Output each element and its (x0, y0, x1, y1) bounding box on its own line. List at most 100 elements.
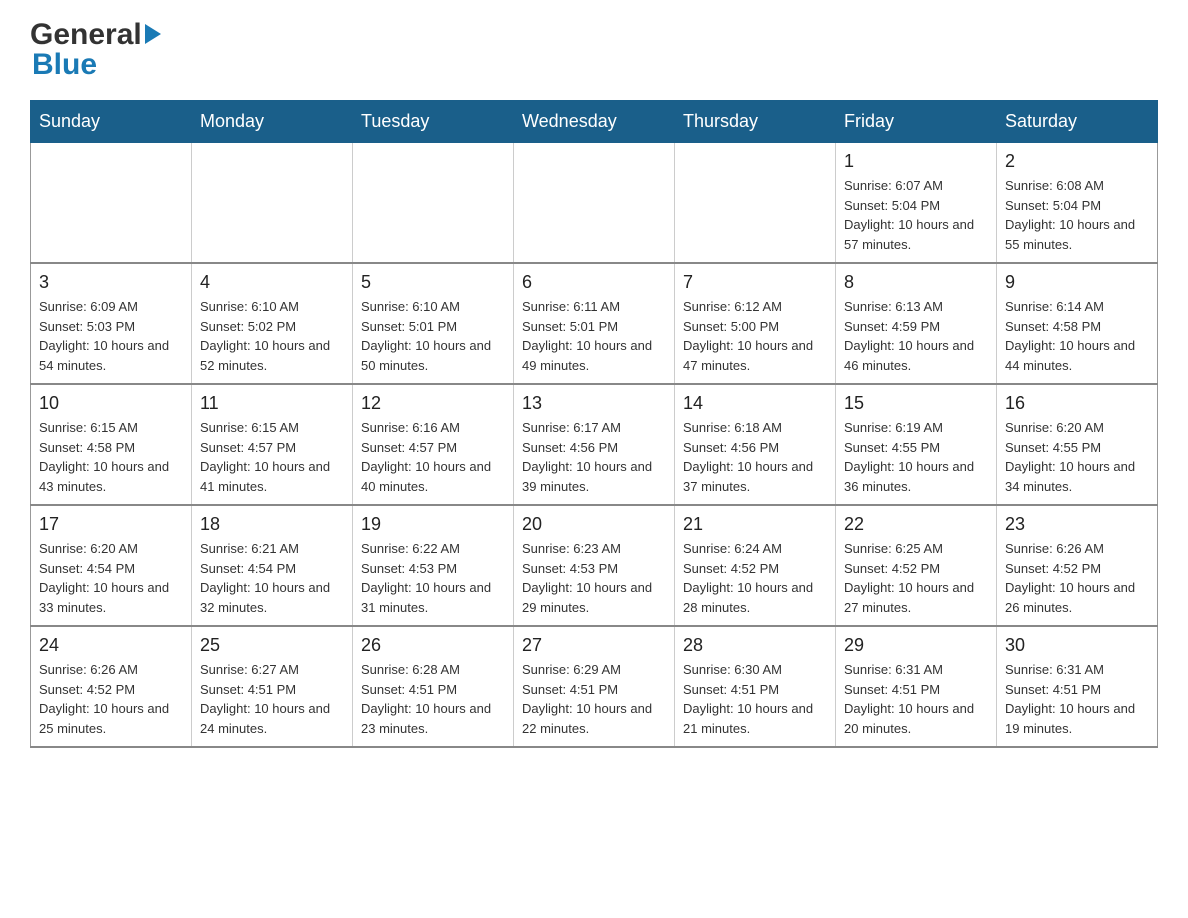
day-number: 27 (522, 635, 666, 656)
day-info: Sunrise: 6:28 AMSunset: 4:51 PMDaylight:… (361, 660, 505, 738)
day-number: 8 (844, 272, 988, 293)
header-cell-thursday: Thursday (675, 101, 836, 143)
calendar-cell: 12 Sunrise: 6:16 AMSunset: 4:57 PMDayligh… (353, 384, 514, 505)
day-number: 28 (683, 635, 827, 656)
calendar-cell (514, 143, 675, 264)
day-info: Sunrise: 6:26 AMSunset: 4:52 PMDaylight:… (39, 660, 183, 738)
calendar-cell: 27 Sunrise: 6:29 AMSunset: 4:51 PMDayligh… (514, 626, 675, 747)
day-number: 29 (844, 635, 988, 656)
day-info: Sunrise: 6:30 AMSunset: 4:51 PMDaylight:… (683, 660, 827, 738)
calendar-cell: 4Sunrise: 6:10 AMSunset: 5:02 PMDaylight… (192, 263, 353, 384)
day-info: Sunrise: 6:27 AMSunset: 4:51 PMDaylight:… (200, 660, 344, 738)
header-cell-tuesday: Tuesday (353, 101, 514, 143)
header-cell-friday: Friday (836, 101, 997, 143)
day-info: Sunrise: 6:20 AMSunset: 4:54 PMDaylight:… (39, 539, 183, 617)
calendar-cell: 15 Sunrise: 6:19 AMSunset: 4:55 PMDayligh… (836, 384, 997, 505)
logo-arrow-icon (145, 24, 161, 44)
day-number: 2 (1005, 151, 1149, 172)
calendar-cell: 10 Sunrise: 6:15 AMSunset: 4:58 PMDayligh… (31, 384, 192, 505)
week-row-4: 17 Sunrise: 6:20 AMSunset: 4:54 PMDayligh… (31, 505, 1158, 626)
calendar-cell: 21 Sunrise: 6:24 AMSunset: 4:52 PMDayligh… (675, 505, 836, 626)
calendar-cell: 5 Sunrise: 6:10 AMSunset: 5:01 PMDaylight… (353, 263, 514, 384)
calendar-table: SundayMondayTuesdayWednesdayThursdayFrid… (30, 100, 1158, 748)
week-row-1: 1 Sunrise: 6:07 AMSunset: 5:04 PMDaylight… (31, 143, 1158, 264)
day-info: Sunrise: 6:29 AMSunset: 4:51 PMDaylight:… (522, 660, 666, 738)
logo-text-blue: Blue (32, 50, 161, 80)
day-info: Sunrise: 6:31 AMSunset: 4:51 PMDaylight:… (1005, 660, 1149, 738)
day-info: Sunrise: 6:25 AMSunset: 4:52 PMDaylight:… (844, 539, 988, 617)
day-number: 6 (522, 272, 666, 293)
day-number: 21 (683, 514, 827, 535)
header-cell-sunday: Sunday (31, 101, 192, 143)
day-number: 1 (844, 151, 988, 172)
day-info: Sunrise: 6:18 AMSunset: 4:56 PMDaylight:… (683, 418, 827, 496)
day-number: 14 (683, 393, 827, 414)
day-info: Sunrise: 6:26 AMSunset: 4:52 PMDaylight:… (1005, 539, 1149, 617)
calendar-cell: 14 Sunrise: 6:18 AMSunset: 4:56 PMDayligh… (675, 384, 836, 505)
calendar-cell: 9 Sunrise: 6:14 AMSunset: 4:58 PMDaylight… (997, 263, 1158, 384)
calendar-cell: 25Sunrise: 6:27 AMSunset: 4:51 PMDayligh… (192, 626, 353, 747)
header-cell-monday: Monday (192, 101, 353, 143)
calendar-cell: 26Sunrise: 6:28 AMSunset: 4:51 PMDayligh… (353, 626, 514, 747)
calendar-cell: 24 Sunrise: 6:26 AMSunset: 4:52 PMDayligh… (31, 626, 192, 747)
calendar-cell: 13 Sunrise: 6:17 AMSunset: 4:56 PMDayligh… (514, 384, 675, 505)
day-number: 22 (844, 514, 988, 535)
day-number: 15 (844, 393, 988, 414)
calendar-cell (675, 143, 836, 264)
day-info: Sunrise: 6:15 AMSunset: 4:58 PMDaylight:… (39, 418, 183, 496)
calendar-cell: 17 Sunrise: 6:20 AMSunset: 4:54 PMDayligh… (31, 505, 192, 626)
day-info: Sunrise: 6:20 AMSunset: 4:55 PMDaylight:… (1005, 418, 1149, 496)
calendar-cell: 11 Sunrise: 6:15 AMSunset: 4:57 PMDayligh… (192, 384, 353, 505)
week-row-5: 24 Sunrise: 6:26 AMSunset: 4:52 PMDayligh… (31, 626, 1158, 747)
day-number: 17 (39, 514, 183, 535)
day-number: 10 (39, 393, 183, 414)
day-info: Sunrise: 6:12 AMSunset: 5:00 PMDaylight:… (683, 297, 827, 375)
day-number: 18 (200, 514, 344, 535)
day-number: 9 (1005, 272, 1149, 293)
week-row-2: 3 Sunrise: 6:09 AMSunset: 5:03 PMDaylight… (31, 263, 1158, 384)
day-number: 20 (522, 514, 666, 535)
calendar-cell: 8Sunrise: 6:13 AMSunset: 4:59 PMDaylight… (836, 263, 997, 384)
day-info: Sunrise: 6:24 AMSunset: 4:52 PMDaylight:… (683, 539, 827, 617)
calendar-cell: 16 Sunrise: 6:20 AMSunset: 4:55 PMDayligh… (997, 384, 1158, 505)
calendar-cell: 23Sunrise: 6:26 AMSunset: 4:52 PMDayligh… (997, 505, 1158, 626)
day-info: Sunrise: 6:19 AMSunset: 4:55 PMDaylight:… (844, 418, 988, 496)
calendar-cell: 22 Sunrise: 6:25 AMSunset: 4:52 PMDayligh… (836, 505, 997, 626)
calendar-cell (353, 143, 514, 264)
week-row-3: 10 Sunrise: 6:15 AMSunset: 4:58 PMDayligh… (31, 384, 1158, 505)
day-number: 3 (39, 272, 183, 293)
day-number: 30 (1005, 635, 1149, 656)
day-info: Sunrise: 6:16 AMSunset: 4:57 PMDaylight:… (361, 418, 505, 496)
day-number: 5 (361, 272, 505, 293)
day-info: Sunrise: 6:09 AMSunset: 5:03 PMDaylight:… (39, 297, 183, 375)
day-info: Sunrise: 6:31 AMSunset: 4:51 PMDaylight:… (844, 660, 988, 738)
logo: General Blue (30, 20, 161, 80)
calendar-header: SundayMondayTuesdayWednesdayThursdayFrid… (31, 101, 1158, 143)
day-info: Sunrise: 6:14 AMSunset: 4:58 PMDaylight:… (1005, 297, 1149, 375)
day-number: 13 (522, 393, 666, 414)
day-number: 7 (683, 272, 827, 293)
day-info: Sunrise: 6:10 AMSunset: 5:01 PMDaylight:… (361, 297, 505, 375)
header-cell-saturday: Saturday (997, 101, 1158, 143)
day-number: 16 (1005, 393, 1149, 414)
day-info: Sunrise: 6:17 AMSunset: 4:56 PMDaylight:… (522, 418, 666, 496)
day-info: Sunrise: 6:07 AMSunset: 5:04 PMDaylight:… (844, 176, 988, 254)
day-info: Sunrise: 6:11 AMSunset: 5:01 PMDaylight:… (522, 297, 666, 375)
day-info: Sunrise: 6:15 AMSunset: 4:57 PMDaylight:… (200, 418, 344, 496)
calendar-cell: 20 Sunrise: 6:23 AMSunset: 4:53 PMDayligh… (514, 505, 675, 626)
header-cell-wednesday: Wednesday (514, 101, 675, 143)
calendar-cell: 29 Sunrise: 6:31 AMSunset: 4:51 PMDayligh… (836, 626, 997, 747)
day-number: 12 (361, 393, 505, 414)
calendar-cell: 7 Sunrise: 6:12 AMSunset: 5:00 PMDaylight… (675, 263, 836, 384)
page-header: General Blue (30, 20, 1158, 80)
calendar-cell: 30 Sunrise: 6:31 AMSunset: 4:51 PMDayligh… (997, 626, 1158, 747)
calendar-body: 1 Sunrise: 6:07 AMSunset: 5:04 PMDaylight… (31, 143, 1158, 748)
calendar-cell (192, 143, 353, 264)
calendar-cell: 28 Sunrise: 6:30 AMSunset: 4:51 PMDayligh… (675, 626, 836, 747)
calendar-cell: 6 Sunrise: 6:11 AMSunset: 5:01 PMDaylight… (514, 263, 675, 384)
day-number: 24 (39, 635, 183, 656)
calendar-cell (31, 143, 192, 264)
calendar-cell: 19Sunrise: 6:22 AMSunset: 4:53 PMDayligh… (353, 505, 514, 626)
day-number: 11 (200, 393, 344, 414)
day-info: Sunrise: 6:23 AMSunset: 4:53 PMDaylight:… (522, 539, 666, 617)
